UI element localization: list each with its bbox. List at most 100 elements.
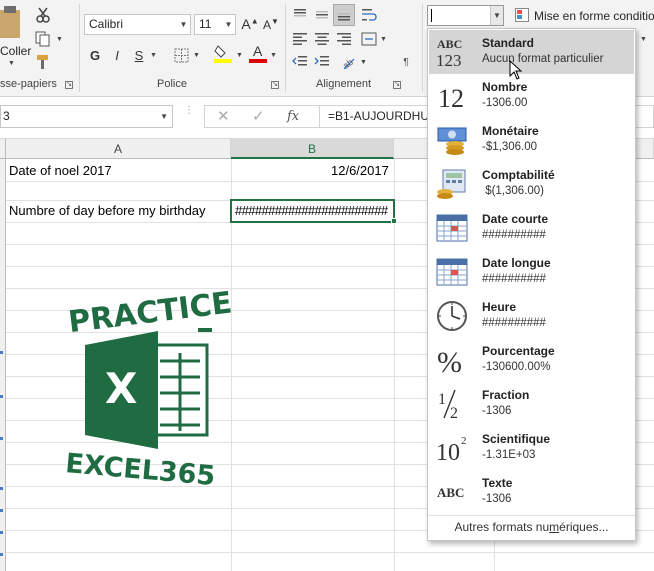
align-middle-icon (316, 11, 328, 19)
cancel-entry-button[interactable]: ✕ (217, 106, 230, 127)
clock-icon (435, 300, 469, 332)
format-option-title: Fraction (482, 388, 530, 402)
font-shrink-icon: A▼ (263, 16, 279, 32)
wrap-text-icon (362, 9, 377, 21)
align-left-icon (293, 33, 307, 45)
chevron-down-icon[interactable]: ▼ (640, 36, 647, 43)
currency-icon (435, 124, 469, 156)
italic-button[interactable]: I (106, 44, 128, 66)
chevron-down-icon[interactable]: ▼ (193, 52, 200, 59)
format-painter-button[interactable] (32, 51, 54, 73)
format-option-title: Pourcentage (482, 344, 555, 358)
align-right-icon (337, 33, 351, 45)
scissors-icon (36, 7, 50, 23)
dialog-launcher-icon[interactable]: ↘ (271, 81, 279, 89)
align-left-button[interactable] (289, 28, 311, 50)
align-bottom-button[interactable] (333, 4, 355, 26)
borders-button[interactable] (170, 44, 192, 66)
insert-function-button[interactable]: fx (287, 106, 299, 127)
dialog-launcher-icon[interactable]: ↘ (65, 81, 73, 89)
column-header-b[interactable]: B (231, 139, 394, 159)
underline-button[interactable]: S (128, 44, 150, 66)
format-option-heure[interactable]: Heure ########## (429, 294, 634, 338)
gridline (6, 552, 654, 553)
font-name-combo[interactable]: Calibri ▼ (84, 14, 191, 35)
name-box[interactable]: 3 ▼ (0, 105, 173, 128)
text-orientation-icon: ab (341, 57, 355, 70)
format-option-nombre[interactable]: 12 Nombre -1306.00 (429, 74, 634, 118)
align-top-button[interactable] (289, 4, 311, 26)
increase-indent-button[interactable] (311, 51, 333, 73)
logo-dash (198, 328, 212, 332)
format-option-scientifique[interactable]: 10 2 Scientifique -1.31E+03 (429, 426, 634, 470)
format-option-sample: -1306.00 (482, 97, 528, 109)
row-marker (0, 487, 3, 490)
footer-text-accel: m (549, 520, 560, 534)
number-format-combo[interactable]: ▼ (427, 5, 504, 26)
number-format-button[interactable]: ¶ (395, 51, 417, 73)
decrease-indent-button[interactable] (289, 51, 311, 73)
font-grow-icon: A▲ (241, 16, 259, 32)
scientific-icon: 10 2 (435, 432, 469, 464)
font-size-combo[interactable]: 11 ▼ (194, 14, 236, 35)
copy-button[interactable]: ▼ (32, 28, 63, 50)
merge-center-button[interactable] (358, 28, 380, 50)
enter-entry-button[interactable]: ✓ (252, 106, 265, 127)
cell-b1[interactable]: 12/6/2017 (331, 160, 389, 182)
format-option-sample: -130600.00% (482, 361, 551, 373)
format-option-monetaire[interactable]: Monétaire -$1,306.00 (429, 118, 634, 162)
svg-text:1: 1 (438, 391, 446, 408)
cell-a3[interactable]: Numbre of day before my birthday (9, 200, 206, 222)
active-cell-selection (230, 199, 395, 223)
dialog-launcher-icon[interactable]: ↘ (393, 81, 401, 89)
wrap-text-button[interactable] (358, 4, 380, 26)
cell-a1[interactable]: Date of noel 2017 (9, 160, 112, 182)
decrease-font-size-button[interactable]: A▼ (260, 13, 282, 35)
format-option-title: Monétaire (482, 124, 539, 138)
align-middle-button[interactable] (311, 4, 333, 26)
chevron-down-icon: ▼ (179, 20, 188, 29)
format-option-sample: -1.31E+03 (482, 449, 536, 461)
merge-cells-icon (361, 32, 377, 46)
chevron-down-icon: ▼ (160, 112, 168, 121)
chevron-down-icon: ▼ (56, 36, 63, 43)
increase-font-size-button[interactable]: A▲ (239, 13, 261, 35)
more-number-formats-link[interactable]: Autres formats numériques... (428, 515, 635, 539)
bold-button[interactable]: G (84, 44, 106, 66)
practice-excel365-logo: PRACTICE X EXCEL365 (64, 285, 234, 492)
fill-color-button[interactable] (212, 42, 234, 64)
format-option-sample: Aucun format particulier (482, 53, 604, 65)
format-option-date-longue[interactable]: Date longue ########## (429, 250, 634, 294)
chevron-down-icon[interactable]: ▼ (270, 52, 277, 59)
chevron-down-icon[interactable]: ▼ (150, 52, 157, 59)
font-name-value: Calibri (89, 17, 124, 31)
drag-handle-icon[interactable]: ⋮ (184, 106, 194, 116)
format-option-date-courte[interactable]: Date courte ########## (429, 206, 634, 250)
chevron-down-icon: ▼ (8, 60, 15, 67)
format-option-sample: -1306 (482, 493, 512, 505)
chevron-down-icon[interactable]: ▼ (360, 59, 367, 66)
column-header-a[interactable]: A (6, 139, 231, 159)
fill-handle[interactable] (391, 218, 397, 224)
format-option-pourcentage[interactable]: % Pourcentage -130600.00% (429, 338, 634, 382)
format-option-title: Comptabilité (482, 168, 555, 182)
align-right-button[interactable] (333, 28, 355, 50)
align-center-button[interactable] (311, 28, 333, 50)
format-option-fraction[interactable]: 12 Fraction -1306 (429, 382, 634, 426)
footer-text-start: Autres formats nu (454, 520, 550, 534)
calendar-short-icon (435, 212, 469, 244)
conditional-formatting-button[interactable]: Mise en forme conditio (515, 6, 654, 26)
cut-button[interactable] (32, 4, 54, 26)
orientation-button[interactable]: ab (338, 51, 360, 73)
chevron-down-icon[interactable]: ▼ (380, 36, 387, 43)
format-option-standard[interactable]: ABC 123 Standard Aucun format particulier (429, 30, 634, 74)
format-option-comptabilite[interactable]: Comptabilité $(1,306.00) (429, 162, 634, 206)
svg-text:ABC: ABC (437, 485, 464, 500)
paste-button[interactable]: Coller ▼ (0, 4, 31, 67)
font-color-button[interactable]: A (247, 42, 269, 64)
number-12-icon: 12 (435, 80, 469, 112)
align-bottom-icon (338, 13, 350, 21)
format-option-texte[interactable]: ABC Texte -1306 (429, 470, 634, 514)
chevron-down-icon[interactable]: ▼ (236, 52, 243, 59)
format-option-title: Nombre (482, 80, 528, 94)
